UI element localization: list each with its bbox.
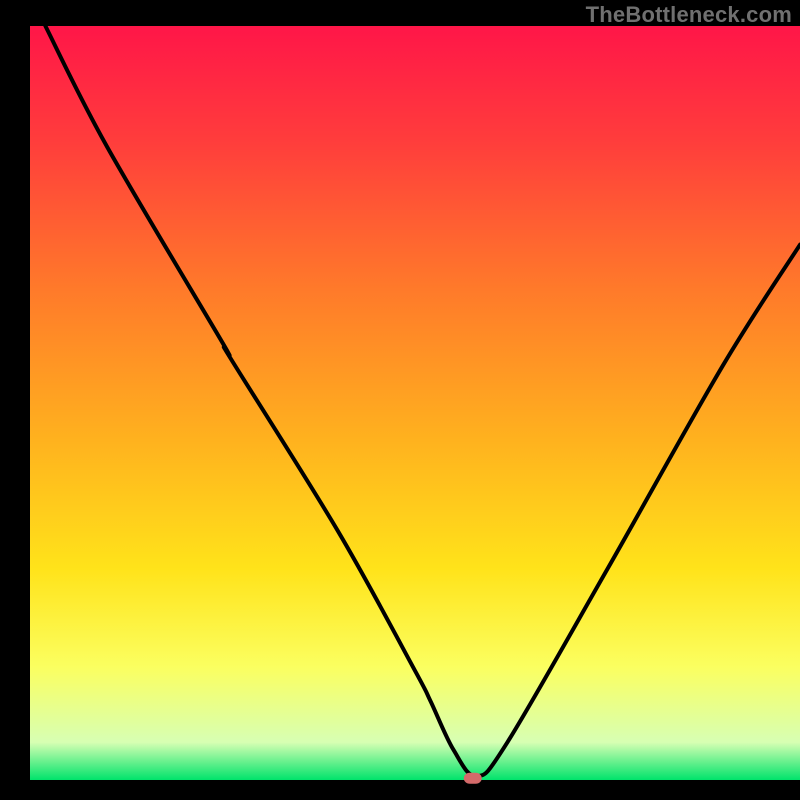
bottleneck-chart	[0, 0, 800, 800]
watermark-text: TheBottleneck.com	[586, 2, 792, 28]
optimal-marker	[464, 773, 482, 784]
chart-frame: TheBottleneck.com	[0, 0, 800, 800]
